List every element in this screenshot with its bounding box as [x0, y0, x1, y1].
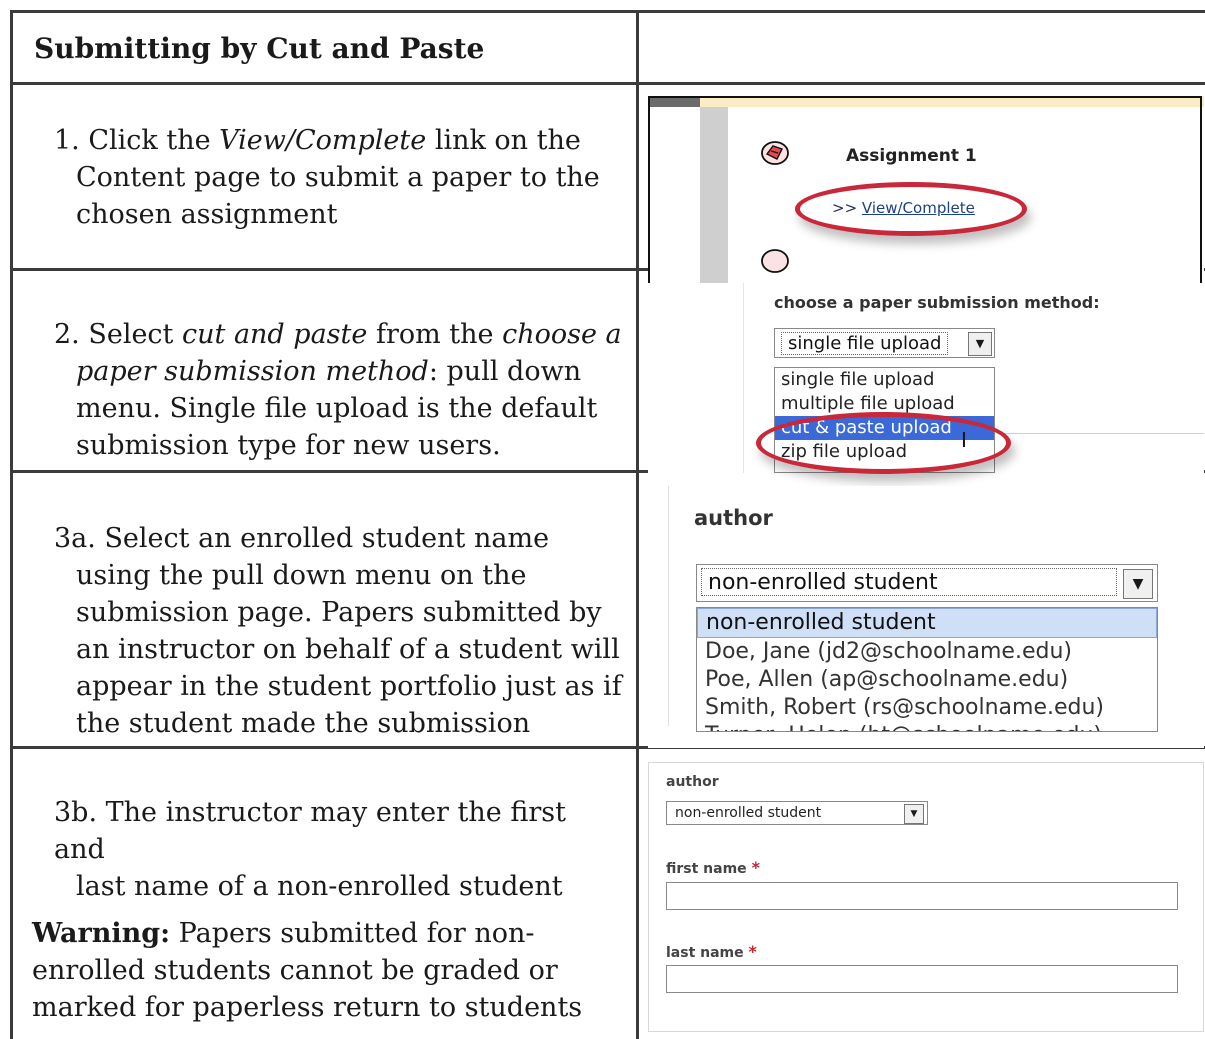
- step-text: an instructor on behalf of a student wil…: [76, 634, 620, 665]
- step-text: 1. Click the: [54, 125, 220, 156]
- non-enrolled-form-screenshot: author non-enrolled student ▼ first name…: [648, 762, 1204, 1032]
- screenshot-frame: [648, 96, 1202, 285]
- submission-method-label: choose a paper submission method:: [774, 293, 1100, 312]
- assignment-title: Assignment 1: [846, 146, 977, 166]
- first-name-input[interactable]: [666, 882, 1178, 910]
- step-text: last name of a non-enrolled student: [76, 871, 563, 902]
- last-name-input[interactable]: [666, 965, 1178, 993]
- option-multiple-file[interactable]: multiple file upload: [775, 392, 994, 416]
- option-single-file[interactable]: single file upload: [775, 368, 994, 392]
- required-mark: *: [751, 858, 760, 877]
- submission-method-select[interactable]: single file upload ▼: [774, 328, 995, 358]
- step-text: using the pull down menu on the: [76, 560, 527, 591]
- option-student[interactable]: Poe, Allen (ap@schoolname.edu): [697, 666, 1157, 694]
- warning-label: Warning:: [32, 918, 171, 949]
- submission-method-screenshot: choose a paper submission method: single…: [648, 283, 1204, 473]
- step-text: link on the: [426, 125, 581, 156]
- last-name-label: last name *: [666, 942, 757, 961]
- author-label: author: [694, 506, 773, 530]
- author-dropdown-screenshot: author non-enrolled student ▼ non-enroll…: [648, 486, 1204, 748]
- step-1-text: 1. Click the View/Complete link on the C…: [54, 122, 624, 233]
- author-select[interactable]: non-enrolled student ▼: [696, 564, 1158, 602]
- assignment-icon: [761, 141, 789, 165]
- label-text: last name: [666, 945, 744, 961]
- top-bar: [648, 96, 1204, 107]
- step-text: appear in the student portfolio just as …: [76, 671, 622, 702]
- step-3a-text: 3a. Select an enrolled student name usin…: [54, 520, 624, 742]
- step-text: 2. Select: [54, 319, 182, 350]
- required-mark: *: [748, 942, 757, 961]
- selected-value: non-enrolled student: [675, 805, 822, 821]
- panel-edge: [998, 433, 1204, 434]
- step-2-text: 2. Select cut and paste from the choose …: [54, 316, 624, 464]
- warning-line: marked for paperless return to students: [32, 992, 583, 1023]
- option-non-enrolled[interactable]: non-enrolled student: [697, 608, 1157, 638]
- side-bar: [700, 107, 728, 285]
- author-select[interactable]: non-enrolled student ▼: [666, 801, 928, 825]
- chevron-down-icon[interactable]: ▼: [968, 332, 992, 356]
- selected-value: non-enrolled student: [701, 568, 1117, 596]
- table-border-top: [10, 10, 1205, 13]
- label-text: first name: [666, 861, 747, 877]
- option-student[interactable]: Doe, Jane (jd2@schoolname.edu): [697, 638, 1157, 666]
- step-text: submission type for new users.: [76, 430, 501, 461]
- author-options: non-enrolled student Doe, Jane (jd2@scho…: [696, 607, 1158, 732]
- submission-method-options: single file upload multiple file upload …: [774, 367, 995, 473]
- link-prefix: >>: [832, 199, 862, 217]
- step-text: menu. Single file upload is the default: [76, 393, 598, 424]
- column-divider: [636, 10, 639, 1039]
- view-complete-link[interactable]: >> View/Complete: [832, 199, 975, 217]
- assignment-icon: [761, 249, 789, 273]
- chevron-down-icon[interactable]: ▼: [1123, 569, 1153, 599]
- step-text: Content page to submit a paper to the: [76, 162, 600, 193]
- step-3b-text: 3b. The instructor may enter the first a…: [54, 794, 624, 905]
- option-student[interactable]: Smith, Robert (rs@schoolname.edu): [697, 694, 1157, 722]
- step-text: 3b. The instructor may enter the first a…: [54, 797, 566, 865]
- author-label: author: [666, 774, 719, 790]
- step-text: from the: [367, 319, 503, 350]
- warning-line: enrolled students cannot be graded or: [32, 955, 558, 986]
- chevron-down-icon[interactable]: ▼: [904, 804, 924, 824]
- step-emphasis: paper submission method: [76, 356, 429, 387]
- warning-line: Papers submitted for non-: [170, 918, 535, 949]
- top-bar-dark: [648, 96, 700, 107]
- step-emphasis: cut and paste: [182, 319, 368, 350]
- page-title: Submitting by Cut and Paste: [34, 32, 485, 65]
- row-divider: [10, 82, 1205, 85]
- step-emphasis: choose a: [502, 319, 622, 350]
- option-student[interactable]: Turner, Helen (ht@schoolname.edu): [697, 722, 1157, 731]
- table-border-left: [10, 10, 13, 1039]
- step-text: 3a. Select an enrolled student name: [54, 523, 550, 554]
- link-text[interactable]: View/Complete: [862, 199, 975, 217]
- selected-value: single file upload: [781, 332, 949, 355]
- warning-text: Warning: Papers submitted for non- enrol…: [32, 915, 626, 1026]
- text-cursor-icon: I: [961, 428, 967, 452]
- first-name-label: first name *: [666, 858, 760, 877]
- content-page-screenshot: Assignment 1 >> View/Complete: [648, 96, 1204, 285]
- panel-edge: [668, 486, 669, 726]
- step-text: the student made the submission: [76, 708, 531, 739]
- step-text: : pull down: [428, 356, 582, 387]
- step-emphasis: View/Complete: [219, 125, 427, 156]
- step-text: chosen assignment: [76, 199, 338, 230]
- step-text: submission page. Papers submitted by: [76, 597, 602, 628]
- panel-edge: [743, 283, 744, 473]
